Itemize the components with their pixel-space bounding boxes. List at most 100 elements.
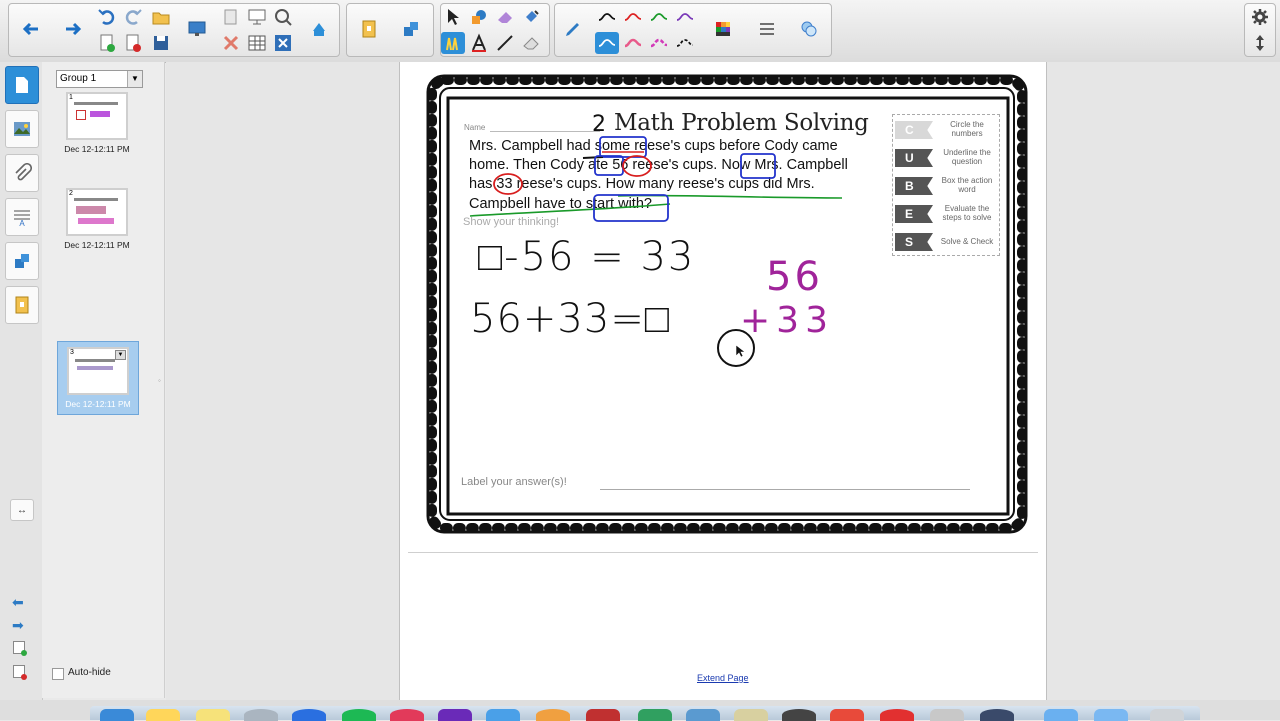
panel-resize-handle[interactable]: ◦ <box>158 376 162 385</box>
auto-hide-checkbox[interactable] <box>52 668 64 680</box>
dock-app-icon[interactable] <box>686 709 720 721</box>
pen-style-red-icon[interactable] <box>621 6 645 28</box>
undo-icon[interactable] <box>95 6 119 28</box>
dock-app-icon[interactable] <box>146 709 180 721</box>
capture-icon[interactable] <box>271 6 295 28</box>
pen-style-black-icon[interactable] <box>595 6 619 28</box>
problem-line-3: has 33 reese's cups. How many reese's cu… <box>469 176 815 192</box>
dock-app-icon[interactable] <box>100 709 134 721</box>
save-icon[interactable] <box>149 32 173 54</box>
properties-icon[interactable] <box>797 18 821 40</box>
auto-hide-label: Auto-hide <box>68 667 111 678</box>
properties-tab[interactable]: A <box>5 198 39 236</box>
dock-app-icon[interactable] <box>196 709 230 721</box>
screen-shade-icon[interactable] <box>185 18 209 40</box>
worksheet-title: Math Problem Solving <box>614 110 869 136</box>
pens-tool-icon[interactable] <box>441 32 465 54</box>
redo-icon[interactable] <box>121 6 145 28</box>
page-thumbnail[interactable]: 2 Dec 12-12:11 PM <box>57 188 137 250</box>
highlighter-red-icon[interactable] <box>621 32 645 54</box>
group-select[interactable]: Group 1 ▼ <box>56 70 143 88</box>
page-number: 2 <box>69 190 73 197</box>
gear-icon[interactable] <box>1248 6 1272 28</box>
dock-app-icon[interactable] <box>830 709 864 721</box>
cubes-steps-box: C Circle the numbers U Underline the que… <box>892 114 1000 256</box>
page-number: 3 <box>70 349 74 356</box>
select-tool-icon[interactable] <box>441 6 465 28</box>
dock-app-icon[interactable] <box>292 709 326 721</box>
dock-app-icon[interactable] <box>342 709 376 721</box>
line-tool-icon[interactable] <box>493 32 517 54</box>
add-page-icon[interactable] <box>95 32 119 54</box>
shapes-tool-icon[interactable] <box>467 6 491 28</box>
dock-trash-icon[interactable] <box>1150 709 1184 721</box>
text-tool-icon[interactable] <box>467 32 491 54</box>
group-select-value: Group 1 <box>60 73 97 84</box>
step-text: Underline the question <box>943 148 991 166</box>
extend-page-link[interactable]: Extend Page <box>697 673 749 683</box>
dock-app-icon[interactable] <box>980 709 1014 721</box>
line-style-icon[interactable] <box>755 18 779 40</box>
doc-camera-icon[interactable] <box>307 18 331 40</box>
lesson-activity-tab[interactable] <box>5 286 39 324</box>
paste-icon[interactable] <box>219 6 243 28</box>
thumbnail-image: 2 <box>66 188 128 236</box>
highlighter-magenta-icon[interactable] <box>647 32 671 54</box>
vertical-addend-top: 56 <box>766 254 823 300</box>
dock-app-icon[interactable] <box>782 709 816 721</box>
expand-panel-icon[interactable]: ↔ <box>10 499 34 521</box>
dock-app-icon[interactable] <box>638 709 672 721</box>
add-page-small-icon[interactable] <box>13 641 27 656</box>
equation-2: 56+33=□ <box>470 296 670 342</box>
move-toolbar-icon[interactable] <box>1248 32 1272 54</box>
attachments-tab[interactable] <box>5 154 39 192</box>
dock-folder-icon[interactable] <box>1044 709 1078 721</box>
add-ons-icon[interactable] <box>399 18 423 40</box>
dock-app-icon[interactable] <box>536 709 570 721</box>
pen-style-purple-icon[interactable] <box>673 6 697 28</box>
step-letter-badge: S <box>895 233 933 251</box>
eraser-tool-icon[interactable] <box>493 6 517 28</box>
thumbnail-menu-icon[interactable]: ▼ <box>115 350 126 360</box>
next-page-icon[interactable] <box>61 18 85 40</box>
pen-style-green-icon[interactable] <box>647 6 671 28</box>
delete-icon[interactable] <box>219 32 243 54</box>
gallery-icon[interactable] <box>357 18 381 40</box>
toolbar-group-settings <box>1244 3 1276 57</box>
color-palette-icon[interactable] <box>711 18 735 40</box>
dock-app-icon[interactable] <box>734 709 768 721</box>
dock-folder-icon[interactable] <box>1094 709 1128 721</box>
fill-tool-icon[interactable] <box>519 6 543 28</box>
dock-app-icon[interactable] <box>880 709 914 721</box>
previous-page-icon[interactable] <box>19 18 43 40</box>
next-page-small-icon[interactable]: ➡ <box>12 617 24 634</box>
dock-app-icon[interactable] <box>244 709 278 721</box>
dock-app-icon[interactable] <box>438 709 472 721</box>
open-file-icon[interactable] <box>149 6 173 28</box>
page-thumbnail-selected[interactable]: 3 ▼ Dec 12-12:11 PM <box>57 341 139 415</box>
delete-page-icon[interactable] <box>121 32 145 54</box>
gallery-tab[interactable] <box>5 110 39 148</box>
name-line <box>490 131 600 132</box>
side-tabs: A ↔ ⬅ ➡ <box>0 62 43 700</box>
dock-app-icon[interactable] <box>390 709 424 721</box>
creative-pen-icon[interactable] <box>561 18 585 40</box>
dock-app-icon[interactable] <box>586 709 620 721</box>
toolbar-group-navigation <box>8 3 340 57</box>
delete-page-small-icon[interactable] <box>13 665 27 680</box>
previous-page-small-icon[interactable]: ⬅ <box>12 594 24 611</box>
add-ons-tab[interactable] <box>5 242 39 280</box>
dock-app-icon[interactable] <box>486 709 520 721</box>
table-icon[interactable] <box>245 32 269 54</box>
step-letter-badge: U <box>895 149 933 167</box>
pen-style-blue-icon[interactable] <box>595 32 619 54</box>
close-window-icon[interactable] <box>271 32 295 54</box>
dock-app-icon[interactable] <box>930 709 964 721</box>
page-thumbnail[interactable]: 1 Dec 12-12:11 PM <box>57 92 137 154</box>
equation-1: □-56 = 33 <box>478 234 696 280</box>
page-timestamp: Dec 12-12:11 PM <box>64 240 130 250</box>
display-icon[interactable] <box>245 6 269 28</box>
pen-style-dashed-icon[interactable] <box>673 32 697 54</box>
eraser-icon[interactable] <box>519 32 543 54</box>
page-sorter-tab[interactable] <box>5 66 39 104</box>
